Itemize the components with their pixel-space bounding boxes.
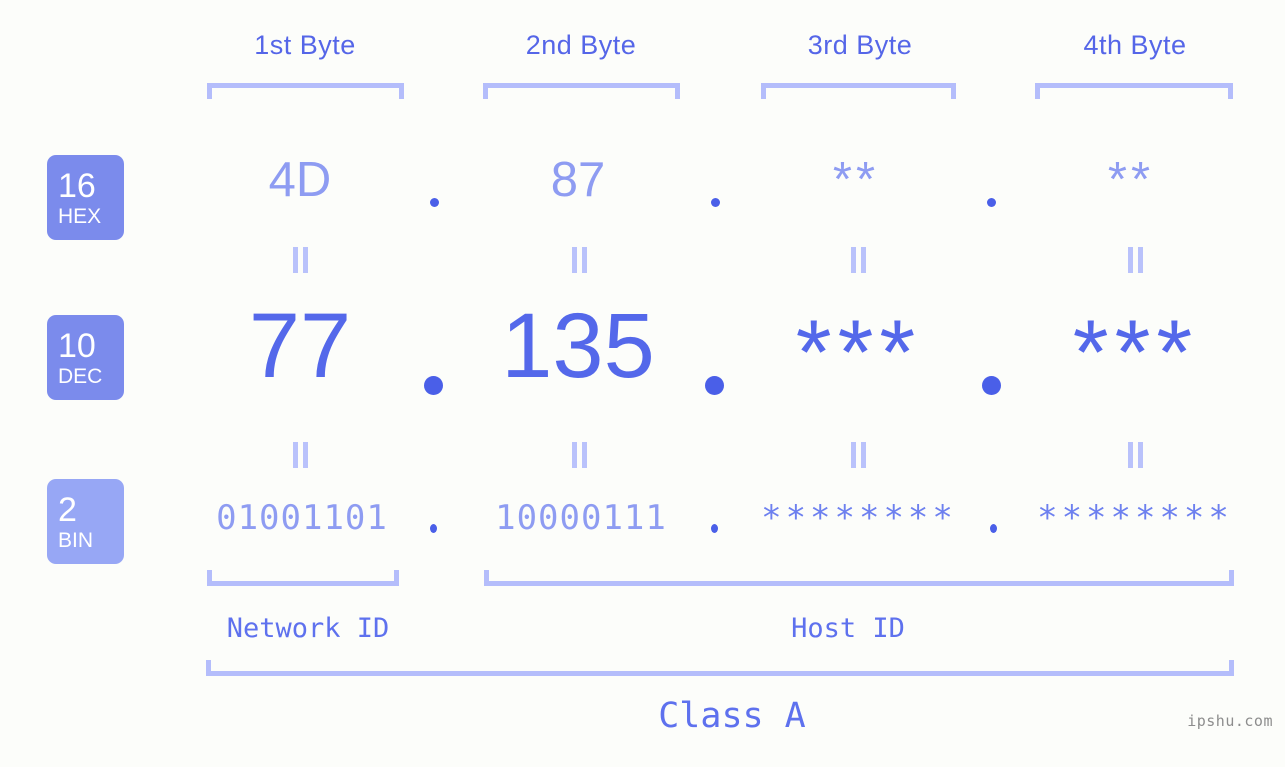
bin-separator-2 <box>711 524 718 533</box>
byte-header-3: 3rd Byte <box>760 30 960 61</box>
network-id-bracket <box>207 570 399 586</box>
byte-header-1-label: 1st Byte <box>254 30 356 60</box>
radix-badge-dec-number: 10 <box>58 326 96 365</box>
bin-separator-1 <box>430 524 437 533</box>
byte-header-4: 4th Byte <box>1035 30 1235 61</box>
hex-separator-1 <box>430 198 439 207</box>
equals-connector-dec-bin-2 <box>572 442 587 468</box>
bin-byte-3: ******** <box>761 498 957 538</box>
byte-header-3-label: 3rd Byte <box>807 30 913 60</box>
byte-header-2: 2nd Byte <box>481 30 681 61</box>
dec-separator-3 <box>982 376 1001 395</box>
byte-bracket-3 <box>761 83 956 99</box>
radix-badge-bin-number: 2 <box>58 490 77 529</box>
byte-bracket-4 <box>1035 83 1233 99</box>
radix-badge-dec-abbr: DEC <box>58 364 103 388</box>
hex-byte-2: 87 <box>550 153 606 207</box>
radix-badge-dec: 10 DEC <box>47 315 124 400</box>
byte-bracket-2 <box>483 83 680 99</box>
bin-byte-1: 01001101 <box>216 498 388 538</box>
equals-connector-hex-dec-4 <box>1128 247 1143 273</box>
byte-header-4-label: 4th Byte <box>1083 30 1187 60</box>
equals-connector-dec-bin-1 <box>293 442 308 468</box>
bin-byte-4: ******** <box>1037 498 1233 538</box>
bin-separator-3 <box>990 524 997 533</box>
watermark: ipshu.com <box>1187 712 1273 730</box>
dec-byte-2: 135 <box>501 295 655 397</box>
ip-breakdown-diagram: 1st Byte 2nd Byte 3rd Byte 4th Byte 16 H… <box>0 0 1285 767</box>
bin-byte-2: 10000111 <box>495 498 667 538</box>
byte-header-2-label: 2nd Byte <box>525 30 637 60</box>
radix-badge-bin-abbr: BIN <box>58 528 94 552</box>
equals-connector-dec-bin-3 <box>851 442 866 468</box>
hex-byte-4: ** <box>1107 153 1155 207</box>
dec-byte-1: 77 <box>248 295 352 397</box>
equals-connector-hex-dec-3 <box>851 247 866 273</box>
byte-bracket-1 <box>207 83 404 99</box>
hex-separator-2 <box>711 198 720 207</box>
byte-header-1: 1st Byte <box>205 30 405 61</box>
equals-connector-dec-bin-4 <box>1128 442 1143 468</box>
dec-byte-4: *** <box>1072 302 1199 404</box>
radix-badge-hex: 16 HEX <box>47 155 124 240</box>
equals-connector-hex-dec-2 <box>572 247 587 273</box>
hex-byte-3: ** <box>832 153 880 207</box>
class-label: Class A <box>658 696 806 736</box>
dec-byte-3: *** <box>795 302 922 404</box>
hex-byte-1: 4D <box>268 153 332 207</box>
host-id-label: Host ID <box>791 613 905 644</box>
radix-badge-hex-abbr: HEX <box>58 204 102 228</box>
radix-badge-bin: 2 BIN <box>47 479 124 564</box>
hex-separator-3 <box>987 198 996 207</box>
dec-separator-2 <box>705 376 724 395</box>
dec-separator-1 <box>424 376 443 395</box>
network-id-label: Network ID <box>226 613 390 644</box>
equals-connector-hex-dec-1 <box>293 247 308 273</box>
host-id-bracket <box>484 570 1234 586</box>
class-bracket <box>206 660 1234 676</box>
radix-badge-hex-number: 16 <box>58 166 96 205</box>
